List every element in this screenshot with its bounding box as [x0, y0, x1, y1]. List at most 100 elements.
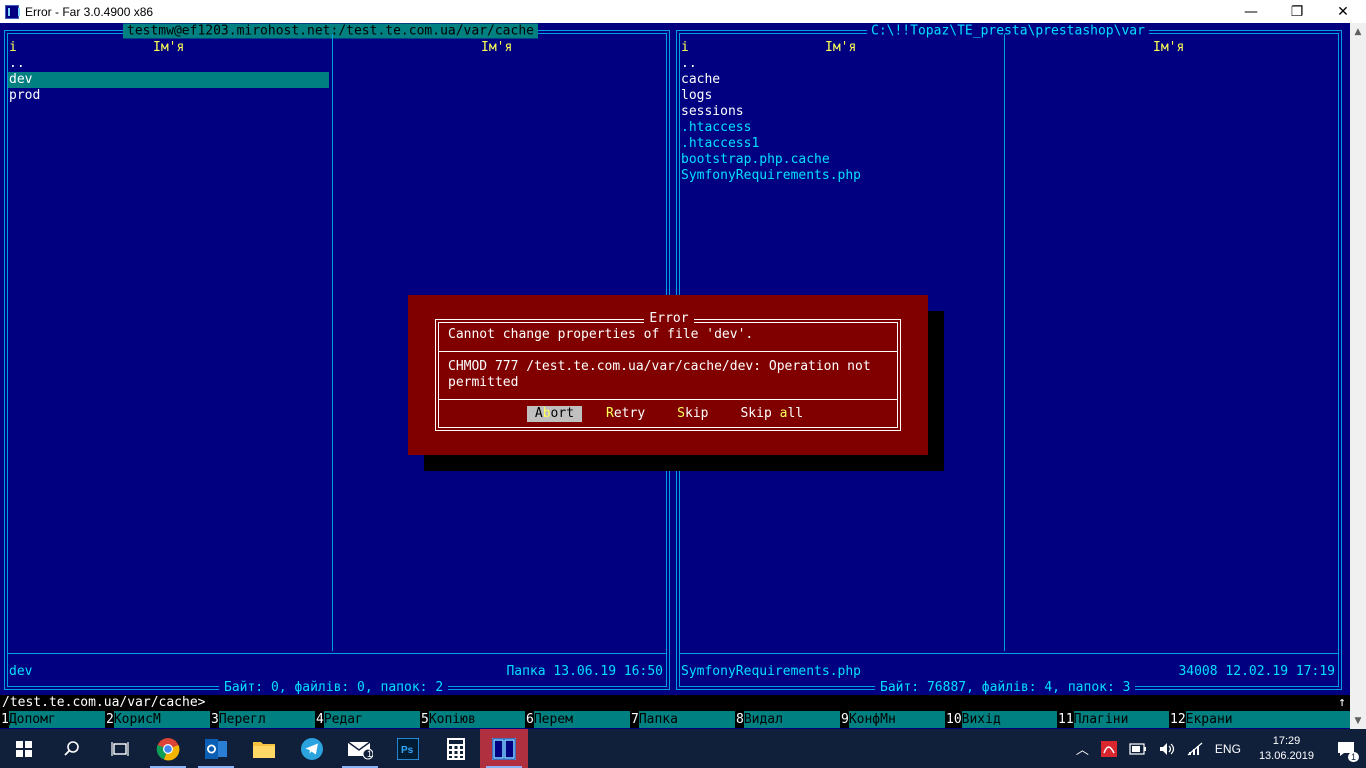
maximize-button[interactable]: ❐	[1274, 0, 1320, 23]
left-panel-column-divider	[332, 34, 333, 651]
scroll-up-arrow-icon[interactable]: ▲	[1350, 23, 1366, 40]
acrobat-icon[interactable]	[1100, 740, 1117, 757]
search-icon	[64, 740, 79, 756]
mail-badge: 1	[367, 749, 373, 759]
f1-key[interactable]: 1 Допомг	[0, 711, 105, 728]
f7-key[interactable]: 7 Папка	[630, 711, 735, 728]
error-dialog-frame: Error Cannot change properties of file '…	[435, 311, 902, 431]
taskbar-outlook[interactable]	[192, 729, 240, 768]
dialog-detail-line-1: CHMOD 777 /test.te.com.ua/var/cache/dev:…	[448, 359, 871, 374]
dialog-separator	[438, 399, 898, 400]
list-item[interactable]: .htaccess1	[681, 136, 759, 152]
start-button[interactable]	[0, 729, 48, 768]
left-panel-path[interactable]: testmw@ef1203.mirohost.net:/test.te.com.…	[123, 23, 538, 39]
list-item[interactable]: .htaccess	[681, 120, 751, 136]
volume-icon[interactable]	[1159, 742, 1175, 756]
left-col-i-header: i	[9, 40, 17, 55]
minimize-button[interactable]: —	[1228, 0, 1274, 23]
scroll-down-arrow-icon[interactable]: ▼	[1350, 712, 1366, 729]
left-col-name-header-1: Ім'я	[153, 40, 185, 55]
taskbar-file-explorer[interactable]	[240, 729, 288, 768]
f2-key[interactable]: 2 КорисМ	[105, 711, 210, 728]
far-manager-icon	[5, 4, 20, 19]
selected-row-highlight[interactable]	[8, 72, 329, 88]
taskbar-photoshop[interactable]: Ps	[384, 729, 432, 768]
window-title-bar: Error - Far 3.0.4900 x86 — ❐ ✕	[0, 0, 1366, 23]
right-col-name-header-2: Ім'я	[1153, 40, 1185, 55]
chevron-up-icon[interactable]: ︿	[1076, 739, 1089, 758]
network-icon[interactable]	[1187, 742, 1203, 756]
list-item[interactable]: cache	[681, 72, 720, 88]
right-col-name-header-1: Ім'я	[825, 40, 857, 55]
right-selected-name: SymfonyRequirements.php	[681, 664, 862, 679]
left-col-name-header-2: Ім'я	[481, 40, 513, 55]
calculator-icon	[447, 737, 465, 760]
windows-taskbar: 1 Ps ︿ ENG 17:29 13.06.2019 1	[0, 729, 1366, 768]
console-scrollbar[interactable]: ▲ ▼	[1350, 23, 1366, 729]
task-view-button[interactable]	[96, 729, 144, 768]
clock-time: 17:29	[1272, 734, 1301, 747]
f3-key[interactable]: 3 Перегл	[210, 711, 315, 728]
action-center-button[interactable]: 1	[1326, 729, 1366, 768]
skip-all-button[interactable]: Skip all	[732, 406, 811, 422]
list-item[interactable]: ..	[681, 56, 697, 72]
right-col-i-header: i	[681, 40, 689, 55]
taskbar-far-manager[interactable]	[480, 729, 528, 768]
close-button[interactable]: ✕	[1320, 0, 1366, 23]
folder-icon	[253, 741, 275, 758]
list-item[interactable]: dev	[9, 72, 32, 88]
right-panel-path[interactable]: C:\!!Topaz\TE_presta\prestashop\var	[867, 23, 1149, 39]
abort-button[interactable]: Abort	[526, 406, 583, 422]
language-indicator[interactable]: ENG	[1215, 742, 1241, 756]
scroll-up-icon: ↑	[1338, 695, 1346, 710]
list-item[interactable]: bootstrap.php.cache	[681, 152, 830, 168]
taskbar-telegram[interactable]	[288, 729, 336, 768]
battery-icon[interactable]	[1129, 742, 1147, 755]
f12-key[interactable]: 12 Екрани	[1169, 711, 1350, 728]
skip-button[interactable]: Skip	[669, 406, 716, 422]
search-button[interactable]	[48, 729, 96, 768]
chrome-icon	[156, 737, 180, 760]
f4-key[interactable]: 4 Редаг	[315, 711, 420, 728]
error-dialog: Error Cannot change properties of file '…	[408, 295, 928, 455]
right-panel-status-divider	[679, 653, 1339, 654]
list-item[interactable]: SymfonyRequirements.php	[681, 168, 861, 184]
retry-button[interactable]: Retry	[598, 406, 653, 422]
list-item[interactable]: logs	[681, 88, 712, 104]
window-title: Error - Far 3.0.4900 x86	[25, 4, 154, 19]
taskbar-calculator[interactable]	[432, 729, 480, 768]
dialog-buttons: Abort Retry Skip Skip all	[436, 406, 902, 422]
left-selected-name: dev	[9, 664, 33, 679]
command-line[interactable]: /test.te.com.ua/var/cache> ↑	[0, 695, 1350, 711]
left-panel-summary: Байт: 0, файлів: 0, папок: 2	[219, 680, 449, 696]
dialog-detail-line-2: permitted	[448, 375, 519, 390]
outlook-icon	[205, 738, 227, 759]
telegram-icon	[301, 737, 323, 760]
dialog-separator	[438, 351, 898, 352]
f6-key[interactable]: 6 Перем	[525, 711, 630, 728]
taskbar-chrome[interactable]	[144, 729, 192, 768]
f11-key[interactable]: 11 Плагіни	[1057, 711, 1169, 728]
f8-key[interactable]: 8 Видал	[735, 711, 840, 728]
right-panel-column-divider	[1004, 34, 1005, 651]
left-panel-status-divider	[7, 653, 667, 654]
windows-logo-icon	[16, 740, 32, 757]
right-panel-summary: Байт: 76887, файлів: 4, папок: 3	[875, 680, 1136, 696]
list-item[interactable]: ..	[9, 56, 25, 72]
notification-count: 1	[1347, 752, 1359, 762]
f9-key[interactable]: 9 КонфМн	[840, 711, 945, 728]
photoshop-icon: Ps	[397, 737, 419, 760]
console-area: testmw@ef1203.mirohost.net:/test.te.com.…	[0, 23, 1350, 729]
list-item[interactable]: sessions	[681, 104, 744, 120]
dialog-message: Cannot change properties of file 'dev'.	[448, 327, 754, 342]
f5-key[interactable]: 5 Копіюв	[420, 711, 525, 728]
far-manager-icon	[492, 737, 516, 760]
right-selected-info: 34008 12.02.19 17:19	[1178, 664, 1335, 679]
task-view-icon	[111, 741, 129, 756]
dialog-title: Error	[644, 311, 694, 326]
taskbar-mail[interactable]: 1	[336, 729, 384, 768]
svg-text:Ps: Ps	[401, 745, 414, 756]
clock[interactable]: 17:29 13.06.2019	[1259, 734, 1314, 764]
f10-key[interactable]: 10 Вихід	[945, 711, 1057, 728]
list-item[interactable]: prod	[9, 88, 40, 104]
